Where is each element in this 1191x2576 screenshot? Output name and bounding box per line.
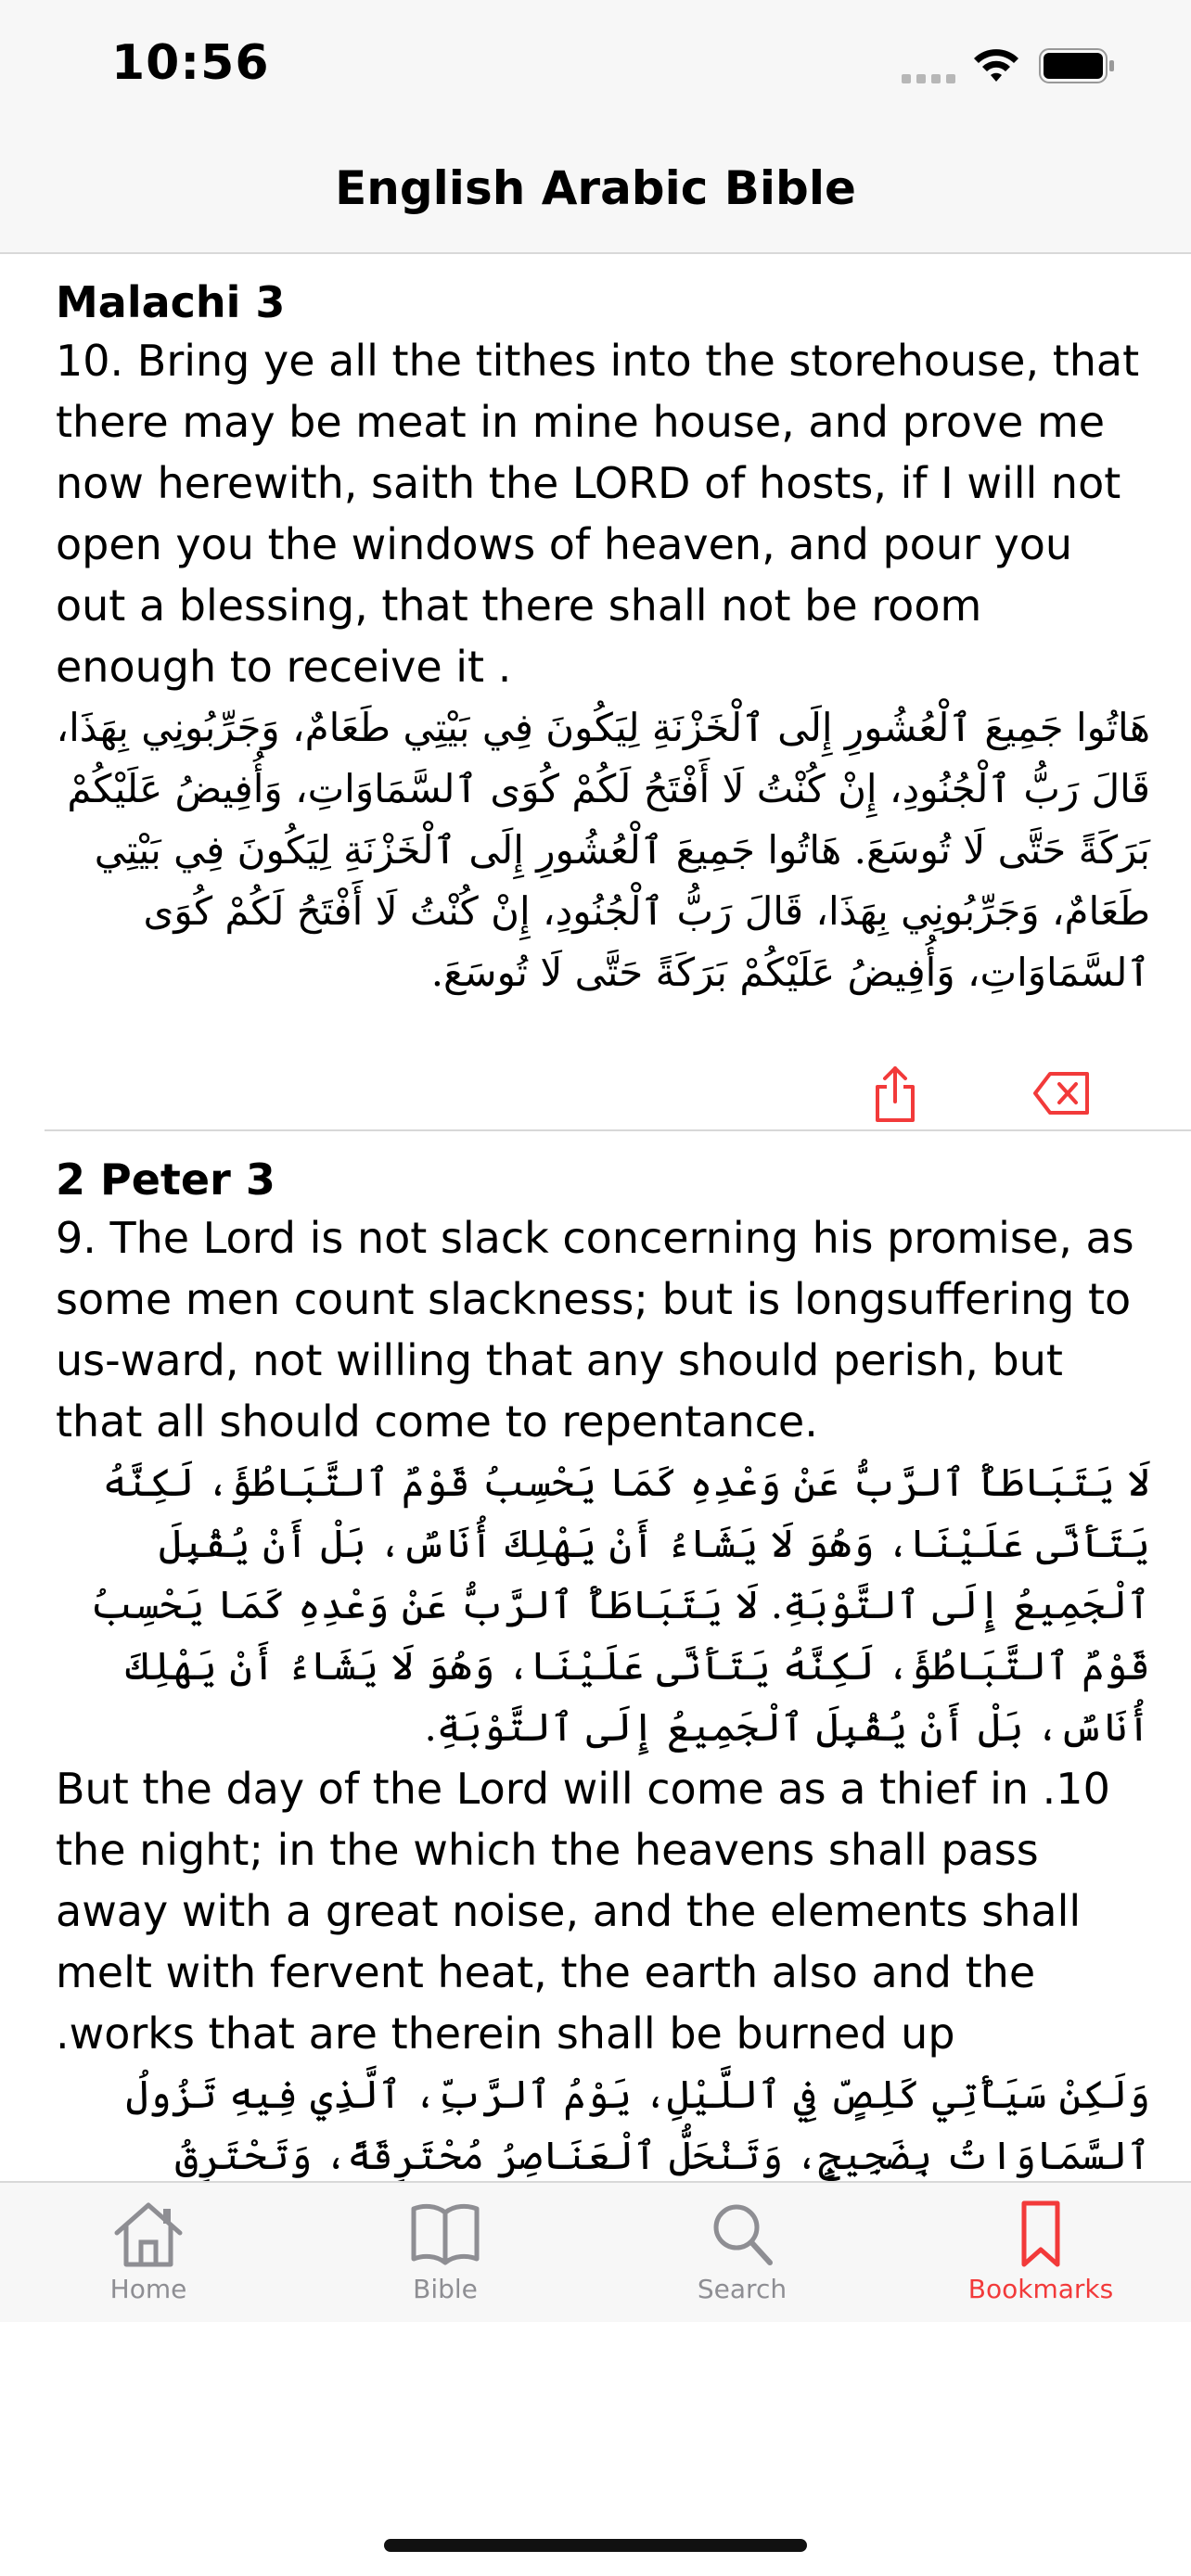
bookmarks-list[interactable]: Malachi 3 10. Bring ye all the tithes in… xyxy=(0,254,1191,2181)
verse-english: 10. Bring ye all the tithes into the sto… xyxy=(56,336,1140,692)
row-divider xyxy=(45,1129,1191,1131)
tab-search-label: Search xyxy=(697,2274,788,2304)
verse-english: 10. But the day of the Lord will come as… xyxy=(56,1764,1110,2059)
share-icon[interactable] xyxy=(863,1061,928,1126)
verse-arabic: هَاتُوا جَمِيعَ ٱلْعُشُورِ إِلَى ٱلْخَزْ… xyxy=(56,705,1150,995)
navigation-bar: English Arabic Bible xyxy=(0,139,1191,254)
tab-bible[interactable]: Bible xyxy=(352,2198,538,2318)
status-time: 10:56 xyxy=(111,35,270,91)
page-title: English Arabic Bible xyxy=(335,161,856,215)
verse-arabic: وَلَكِنْ سَيَأْتِي كَلِصٍّ فِي ٱللَّيْلِ… xyxy=(125,2072,1150,2178)
bookmark-item[interactable]: 2 Peter 3 9. The Lord is not slack conce… xyxy=(56,1152,1150,2181)
bookmark-reference: Malachi 3 xyxy=(56,277,286,327)
tab-bookmarks-label: Bookmarks xyxy=(967,2274,1114,2304)
tab-bible-label: Bible xyxy=(413,2274,478,2304)
home-indicator[interactable] xyxy=(384,2539,807,2552)
wifi-icon xyxy=(974,49,1018,82)
battery-icon xyxy=(1039,48,1114,83)
status-bar: 10:56 xyxy=(0,0,1191,139)
tab-search[interactable]: Search xyxy=(649,2198,835,2318)
bookmark-icon xyxy=(1021,2200,1060,2267)
book-icon xyxy=(411,2203,480,2265)
verse-arabic: لَا يَتَبَاطَأُ ٱلرَّبُّ عَنْ وَعْدِهِ ك… xyxy=(90,1460,1151,1750)
bookmark-item[interactable]: Malachi 3 10. Bring ye all the tithes in… xyxy=(56,274,1150,1003)
tab-home-label: Home xyxy=(109,2274,187,2304)
bookmark-actions xyxy=(835,1061,1113,1126)
bookmark-reference: 2 Peter 3 xyxy=(56,1154,275,1205)
house-icon xyxy=(114,2202,183,2267)
tab-bookmarks[interactable]: Bookmarks xyxy=(948,2198,1133,2318)
magnifier-icon xyxy=(713,2204,773,2265)
cellular-signal-icon xyxy=(902,74,955,83)
tab-home[interactable]: Home xyxy=(56,2198,241,2318)
verse-english: 9. The Lord is not slack concerning his … xyxy=(56,1213,1134,1447)
tab-bar: Home Bible Search Bookmarks xyxy=(0,2181,1191,2322)
delete-icon[interactable] xyxy=(1030,1061,1095,1126)
